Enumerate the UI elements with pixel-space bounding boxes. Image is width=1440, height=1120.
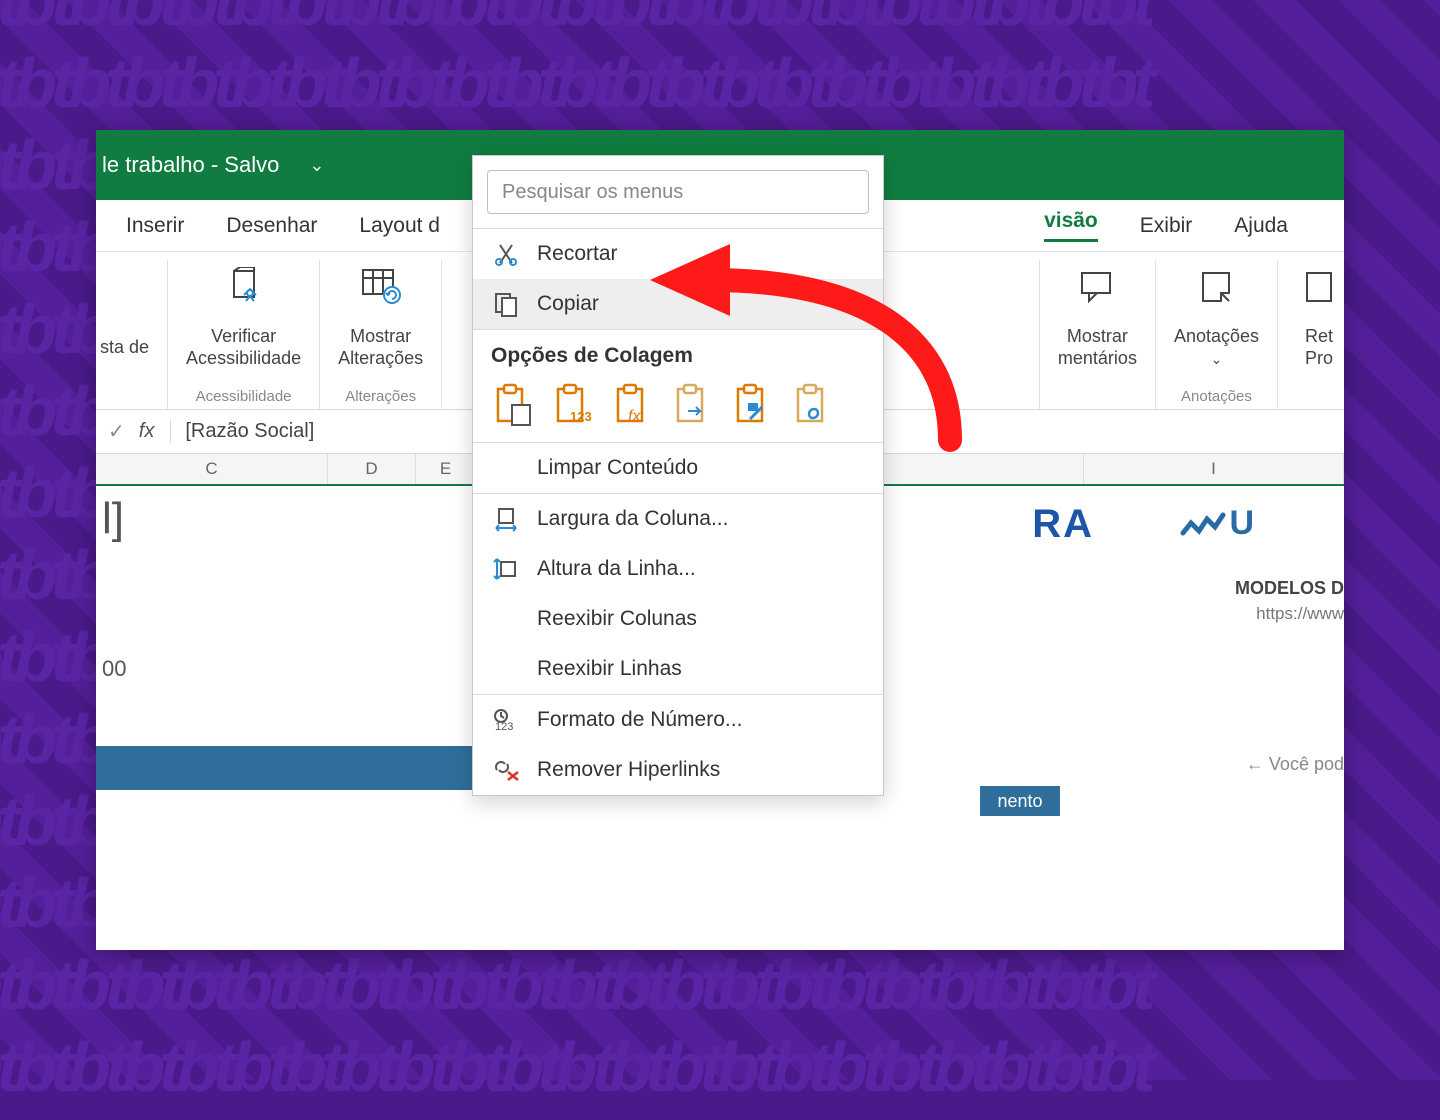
row-height-icon	[491, 554, 521, 584]
ribbon-mostrar-alt-label: MostrarAlterações	[338, 325, 423, 369]
svg-text:123: 123	[495, 721, 513, 732]
accessibility-icon	[221, 266, 267, 308]
ribbon-annotations[interactable]: Anotações⌄ Anotações	[1156, 260, 1278, 409]
ribbon-verificar-label: VerificarAcessibilidade	[186, 325, 301, 369]
paste-formatting-icon[interactable]	[731, 382, 777, 428]
brand-text: RA	[1032, 502, 1094, 547]
ribbon-partial-right: RetPro .	[1278, 260, 1344, 409]
ribbon-annotations-label: Anotações⌄	[1174, 325, 1259, 370]
blank-icon-3	[491, 654, 521, 684]
menu-remove-hyperlinks-label: Remover Hiperlinks	[537, 758, 720, 782]
col-c[interactable]: C	[96, 454, 328, 484]
paste-default-icon[interactable]	[491, 382, 537, 428]
ribbon-partial-right-label: RetPro	[1305, 325, 1333, 369]
context-menu: Pesquisar os menus Recortar Copiar Opçõe…	[472, 155, 884, 796]
scissors-icon	[491, 239, 521, 269]
menu-copy-label: Copiar	[537, 292, 599, 316]
ribbon-show-comments[interactable]: Mostrarmentários .	[1039, 260, 1156, 409]
formula-value[interactable]: [Razão Social]	[170, 420, 314, 443]
column-width-icon	[491, 504, 521, 534]
col-e[interactable]: E	[416, 454, 476, 484]
menu-clear-label: Limpar Conteúdo	[537, 456, 698, 480]
tab-fragment: nento	[980, 786, 1060, 816]
paste-options-title: Opções de Colagem	[473, 330, 883, 376]
number-format-icon: 123	[491, 705, 521, 735]
ribbon-group-changes[interactable]: MostrarAlterações Alterações	[320, 260, 442, 409]
svg-text:fx: fx	[628, 408, 641, 425]
menu-clear-contents[interactable]: Limpar Conteúdo	[473, 443, 883, 493]
fx-label[interactable]: fx	[139, 420, 155, 443]
menu-cut-label: Recortar	[537, 242, 618, 266]
menu-search-input[interactable]: Pesquisar os menus	[487, 170, 869, 214]
blank-icon-2	[491, 604, 521, 634]
tab-ajuda[interactable]: Ajuda	[1234, 214, 1288, 238]
tab-desenhar[interactable]: Desenhar	[226, 214, 317, 238]
menu-number-format-label: Formato de Número...	[537, 708, 742, 732]
brand-logo-2: U	[1179, 504, 1254, 545]
titlebar-chevron-icon[interactable]: ⌄	[309, 155, 324, 176]
ribbon-partial-left: sta de .	[96, 260, 168, 409]
menu-row-height[interactable]: Altura da Linha...	[473, 544, 883, 594]
remove-link-icon	[491, 755, 521, 785]
modelos-text: MODELOS D	[1235, 578, 1344, 599]
url-text: https://www	[1256, 604, 1344, 624]
tab-exibir[interactable]: Exibir	[1140, 214, 1193, 238]
paste-link-icon[interactable]	[791, 382, 837, 428]
changes-icon	[358, 266, 404, 308]
ribbon-partial-left-label: sta de	[100, 336, 149, 358]
col-i[interactable]: I	[1084, 454, 1344, 484]
menu-unhide-rows-label: Reexibir Linhas	[537, 657, 682, 681]
menu-number-format[interactable]: 123 Formato de Número...	[473, 695, 883, 745]
tab-revisao[interactable]: visão	[1044, 209, 1098, 242]
menu-cut[interactable]: Recortar	[473, 229, 883, 279]
menu-unhide-columns-label: Reexibir Colunas	[537, 607, 697, 631]
menu-column-width-label: Largura da Coluna...	[537, 507, 728, 531]
hint-text: ← Você pod	[1246, 754, 1344, 775]
ribbon-group-label-alt: Alterações	[345, 388, 416, 405]
tab-layout[interactable]: Layout d	[359, 214, 440, 238]
formula-confirm-icon[interactable]: ✓	[108, 419, 125, 444]
ribbon-show-comments-label: Mostrarmentários	[1058, 325, 1137, 369]
lock-icon	[1296, 266, 1342, 308]
note-icon	[1193, 266, 1239, 308]
menu-row-height-label: Altura da Linha...	[537, 557, 696, 581]
comment-icon	[1074, 266, 1120, 308]
blank-icon	[491, 453, 521, 483]
cell-razao-partial: l]	[102, 494, 124, 544]
ribbon-group-label-anot: Anotações	[1181, 388, 1252, 405]
cell-00: 00	[102, 656, 126, 682]
workbook-title: le trabalho - Salvo	[102, 152, 279, 178]
copy-icon	[491, 289, 521, 319]
menu-unhide-rows[interactable]: Reexibir Linhas	[473, 644, 883, 694]
menu-copy[interactable]: Copiar	[473, 279, 883, 329]
paste-options-row: 123 fx	[473, 376, 883, 442]
paste-transpose-icon[interactable]	[671, 382, 717, 428]
menu-column-width[interactable]: Largura da Coluna...	[473, 494, 883, 544]
svg-text:123: 123	[570, 409, 592, 424]
paste-values-icon[interactable]: 123	[551, 382, 597, 428]
tab-inserir[interactable]: Inserir	[126, 214, 184, 238]
search-placeholder: Pesquisar os menus	[502, 181, 683, 204]
paste-formulas-icon[interactable]: fx	[611, 382, 657, 428]
ribbon-group-label-acess: Acessibilidade	[196, 388, 292, 405]
menu-unhide-columns[interactable]: Reexibir Colunas	[473, 594, 883, 644]
menu-remove-hyperlinks[interactable]: Remover Hiperlinks	[473, 745, 883, 795]
col-d[interactable]: D	[328, 454, 416, 484]
ribbon-group-accessibility[interactable]: VerificarAcessibilidade Acessibilidade	[168, 260, 320, 409]
